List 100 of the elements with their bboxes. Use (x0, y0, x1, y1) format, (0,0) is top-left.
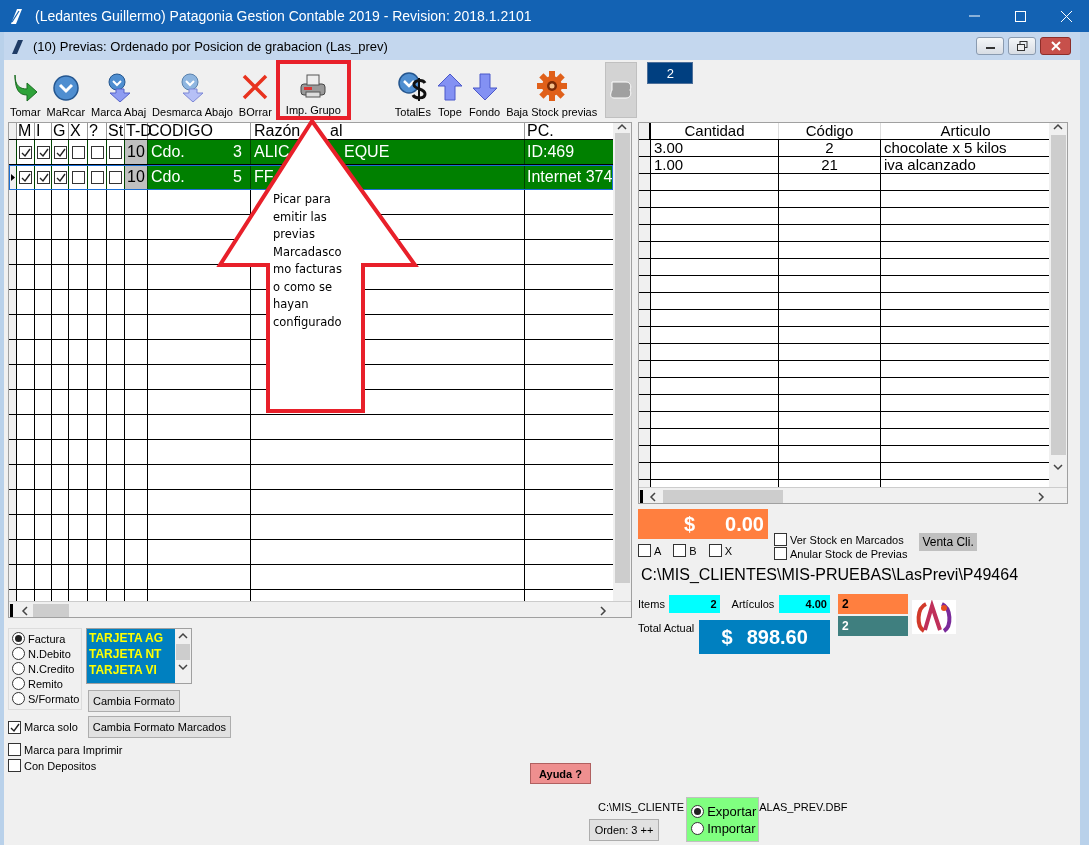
scrollbar-thumb[interactable] (1050, 135, 1066, 455)
radio-label: S/Formato (28, 692, 80, 705)
scroll-right-button[interactable] (599, 606, 607, 616)
column-header: St (107, 123, 125, 139)
scroll-down-button[interactable] (178, 663, 188, 671)
list-item[interactable]: TARJETA NT (89, 646, 173, 662)
radio-label: Remito (28, 677, 63, 690)
card-listbox[interactable]: TARJETA AG TARJETA NT TARJETA VI (86, 628, 192, 684)
minimize-button[interactable] (976, 37, 1004, 55)
column-header: I (35, 123, 52, 139)
row-checkbox[interactable] (53, 170, 67, 184)
cell-text: EQUE (344, 143, 390, 160)
file-path: ALAS_PREV.DBF (759, 800, 848, 814)
checkbox[interactable] (8, 759, 21, 772)
table-cell: 2 (779, 140, 881, 156)
checkbox-label: Anular Stock de Previas (790, 547, 908, 560)
table-cell: 3.00 (651, 140, 779, 156)
column-header: ? (88, 123, 107, 139)
table-row[interactable]: 10 Cdo. 3 ALIC EQUE ID:469 (9, 140, 614, 165)
scroll-up-button[interactable] (617, 123, 628, 131)
order-button[interactable]: Orden: 3 ++ (589, 819, 659, 841)
checkbox-label: X (724, 544, 733, 557)
column-header: X (69, 123, 88, 139)
scroll-down-button[interactable] (1053, 463, 1064, 471)
change-format-marked-button[interactable]: Cambia Formato Marcados (87, 716, 232, 738)
row-checkbox[interactable] (90, 145, 104, 159)
checkbox-label: Ver Stock en Marcados (790, 533, 904, 546)
currency-symbol: $ (721, 625, 733, 649)
checkbox[interactable] (774, 533, 787, 546)
scroll-right-button[interactable] (1037, 491, 1045, 502)
dollar-icon (396, 70, 429, 102)
toolbar-button[interactable]: Tope (436, 60, 463, 120)
checkbox-label: Con Depositos (24, 759, 97, 772)
status-box: 2 (838, 616, 908, 636)
help-button[interactable]: Ayuda ? (530, 763, 591, 784)
radio-button[interactable] (691, 821, 705, 835)
toolbar-button[interactable]: TotalEs (394, 60, 431, 120)
cell-text: Cdo. (151, 143, 185, 161)
radio-label: Factura (28, 632, 66, 645)
items-count: 2 (668, 595, 720, 613)
row-checkbox[interactable] (71, 170, 85, 184)
toolbar-button[interactable]: Imp. Grupo (275, 60, 351, 120)
change-format-button[interactable]: Cambia Formato (88, 690, 180, 712)
checkbox[interactable] (638, 544, 651, 557)
file-path: C:\MIS_CLIENTE (597, 800, 685, 814)
radio-button[interactable] (12, 692, 25, 705)
table-cell: 1.00 (651, 157, 779, 173)
row-checkbox[interactable] (36, 170, 50, 184)
list-item[interactable]: TARJETA VI (89, 662, 173, 678)
scroll-up-button[interactable] (1053, 123, 1064, 131)
checkbox[interactable] (8, 720, 21, 734)
row-checkbox[interactable] (109, 170, 122, 184)
column-header: CODIGO (148, 123, 251, 139)
row-checkbox[interactable] (90, 170, 104, 184)
toolbar-button[interactable]: Desmarca Abajo (152, 60, 233, 120)
scrollbar-thumb[interactable] (663, 489, 783, 503)
callout-text: Picar para emitir las previas Marcadasco mo facturas o como se hayan configurado (273, 191, 342, 331)
radio-button[interactable] (12, 677, 25, 690)
toolbar-button[interactable]: Baja Stock previas (506, 60, 598, 120)
maximize-icon (1014, 10, 1026, 22)
scroll-up-button[interactable] (178, 632, 188, 640)
chevron-circle-icon (50, 72, 81, 102)
restore-button[interactable] (1008, 37, 1036, 55)
radio-button[interactable] (691, 804, 705, 818)
row-checkbox[interactable] (19, 145, 32, 159)
checkbox[interactable] (673, 544, 687, 557)
scroll-left-button[interactable] (649, 491, 657, 502)
radio-button[interactable] (12, 662, 25, 675)
scrollbar-thumb[interactable] (176, 644, 190, 660)
toolbar-button[interactable]: Fondo (468, 60, 501, 120)
scrollbar-thumb[interactable] (33, 603, 69, 617)
scroll-left-button[interactable] (21, 606, 29, 616)
close-icon (1050, 41, 1061, 51)
checkbox[interactable] (774, 547, 787, 560)
column-header: Cantidad (651, 123, 779, 139)
row-checkbox[interactable] (19, 170, 32, 184)
close-button[interactable] (1040, 37, 1071, 55)
total-amount: 898.60 (746, 625, 808, 649)
toolbar-button[interactable]: MaRcar (46, 60, 86, 120)
radio-button[interactable] (12, 632, 25, 645)
radio-label: Importar (707, 820, 756, 836)
scrollbar-thumb[interactable] (614, 133, 630, 583)
field-label: Items (638, 598, 665, 610)
table-cell: 10 (125, 140, 148, 164)
up-arrow-icon (436, 72, 463, 102)
cell-text: FF (254, 168, 274, 185)
articles-count: 4.00 (779, 595, 830, 613)
toolbar-button[interactable]: Marca Abaj (91, 60, 147, 120)
toolbar-button[interactable]: BOrrar (238, 60, 272, 120)
row-checkbox[interactable] (36, 145, 50, 159)
row-checkbox[interactable] (53, 145, 67, 159)
row-checkbox[interactable] (109, 145, 122, 159)
row-checkbox[interactable] (71, 145, 85, 159)
checkbox[interactable] (8, 743, 21, 756)
venta-cli-button[interactable]: Venta Cli. (919, 533, 977, 551)
radio-button[interactable] (12, 647, 25, 660)
checkbox[interactable] (708, 544, 722, 557)
table-cell: 21 (779, 157, 881, 173)
list-item[interactable]: TARJETA AG (89, 630, 173, 646)
toolbar-button[interactable]: Tomar (10, 60, 41, 120)
